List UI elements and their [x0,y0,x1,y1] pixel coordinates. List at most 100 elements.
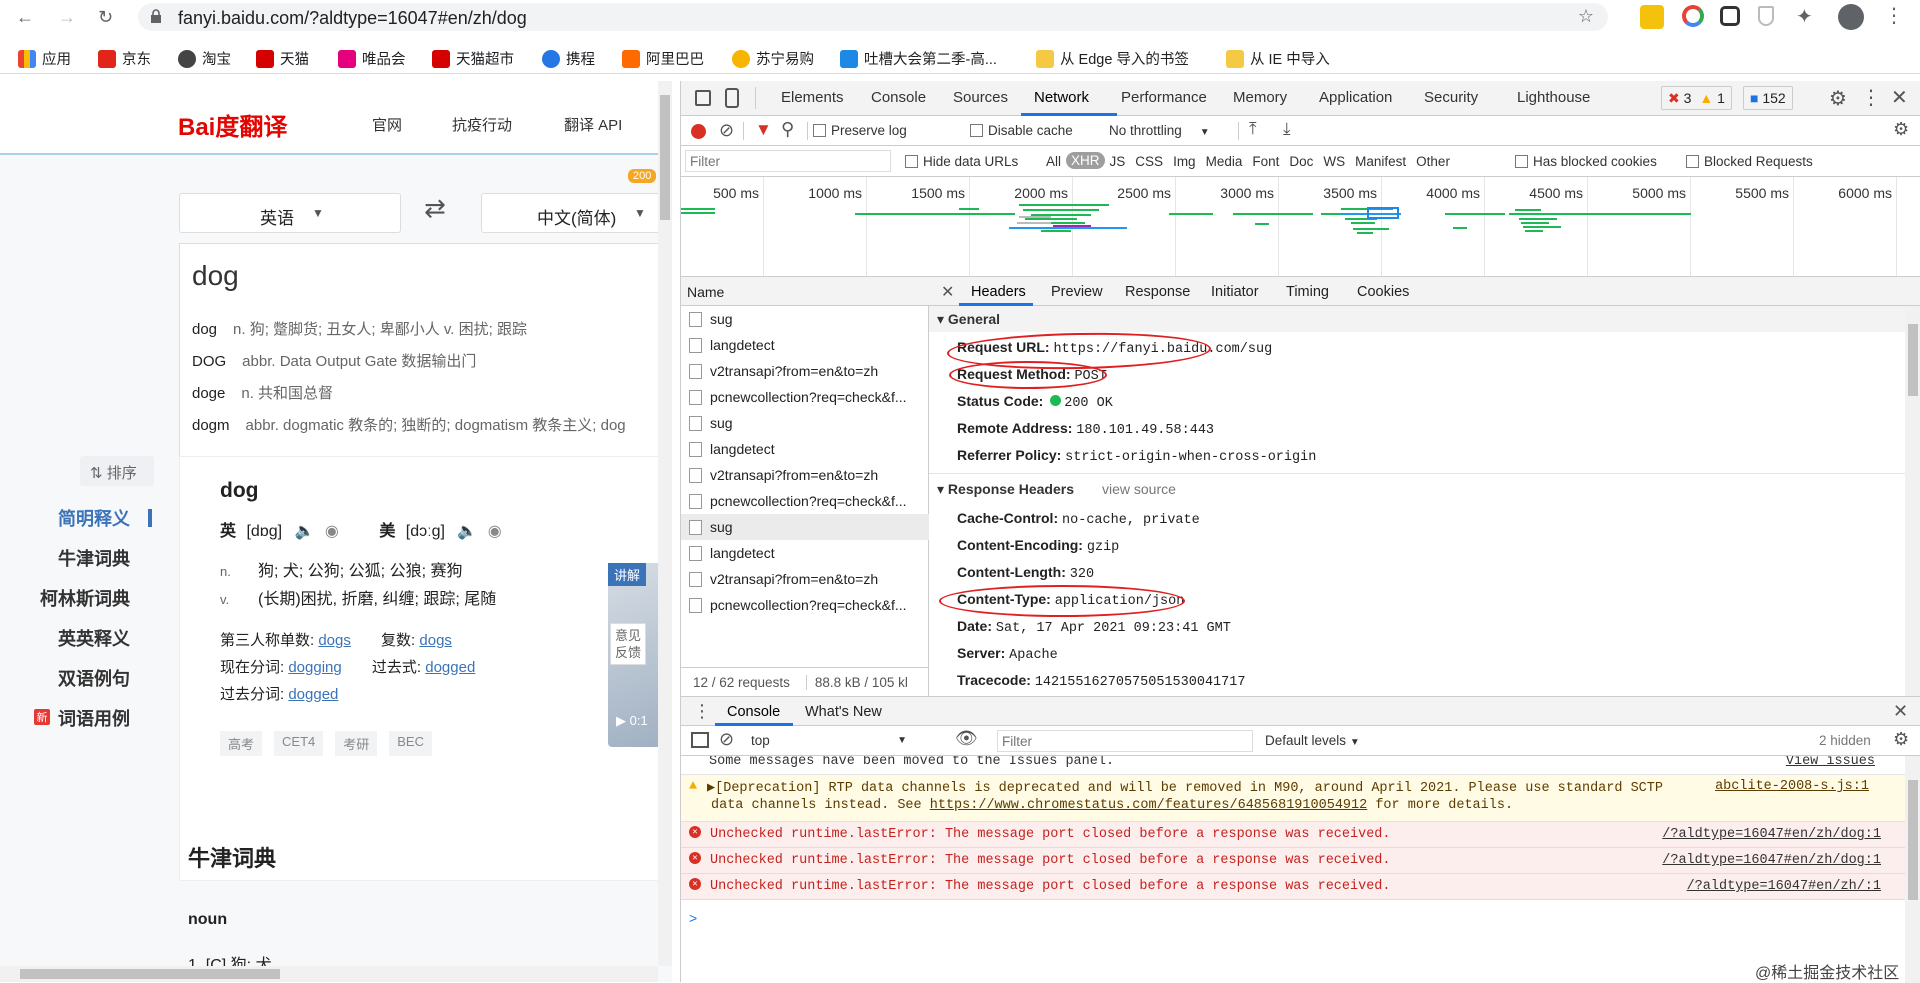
extension-shield-icon[interactable] [1758,6,1774,26]
clear-console-icon[interactable]: ⊘ [719,729,734,750]
request-row[interactable]: langdetect [681,332,929,358]
extensions-puzzle-icon[interactable]: ✦ [1796,4,1813,29]
blocked-requests-checkbox[interactable]: Blocked Requests [1686,154,1813,169]
back-icon[interactable]: ← [16,7,34,28]
form-link[interactable]: dogs [318,632,351,649]
record-icon[interactable] [691,124,706,139]
close-devtools-icon[interactable]: ✕ [1891,85,1908,110]
console-error-row[interactable]: ✕ Unchecked runtime.lastError: The messag… [681,874,1905,900]
bookmark-alibaba[interactable]: 阿里巴巴 [622,48,704,69]
console-settings-icon[interactable]: ⚙ [1893,729,1909,750]
suggestion-item[interactable]: dogm abbr. dogmatic 教条的; 独断的; dogmatism 教… [192,414,626,435]
more-options-icon[interactable]: ⋮ [1861,85,1881,110]
tab-response[interactable]: Response [1125,284,1190,300]
request-row[interactable]: v2transapi?from=en&to=zh [681,566,929,592]
star-icon[interactable]: ☆ [1578,6,1594,27]
sort-button[interactable]: ⇅ 排序 [80,456,154,486]
speaker-icon[interactable]: 🔈 [295,523,315,540]
form-link[interactable]: dogged [425,659,475,676]
request-row[interactable]: pcnewcollection?req=check&f... [681,384,929,410]
sidebar-item-bilingual[interactable]: 双语例句 [20,665,130,691]
search-icon[interactable]: ⚲ [781,119,794,140]
profile-avatar-icon[interactable] [1838,4,1864,30]
bookmark-tmall-super[interactable]: 天猫超市 [432,48,514,69]
type-filter-other[interactable]: Other [1411,154,1455,169]
export-har-icon[interactable]: ⤓ [1283,119,1291,139]
query-input[interactable]: dog [192,260,239,292]
detail-scrollbar[interactable] [1905,306,1920,696]
bookmark-tmall[interactable]: 天猫 [256,48,309,69]
import-har-icon[interactable]: ⤒ [1249,119,1257,139]
type-filter-css[interactable]: CSS [1130,154,1168,169]
type-filter-media[interactable]: Media [1201,154,1248,169]
disable-cache-checkbox[interactable]: Disable cache [970,123,1073,138]
suggestion-item[interactable]: dog n. 狗; 蹩脚货; 丑女人; 卑鄙小人 v. 困扰; 跟踪 [192,318,527,339]
console-warning-row[interactable]: ▲ ▶[Deprecation] RTP data channels is de… [681,775,1905,822]
request-row[interactable]: sug [681,306,929,332]
scrollbar-thumb[interactable] [20,969,280,979]
extension-g-icon[interactable] [1640,5,1664,29]
clear-icon[interactable]: ⊘ [719,120,734,141]
general-section-header[interactable]: ▾ General [929,306,1905,332]
nav-covid[interactable]: 抗疫行动 [452,114,512,135]
source-link[interactable]: /?aldtype=16047#en/zh/dog:1 [1662,853,1881,868]
sidebar-toggle-icon[interactable] [691,732,709,748]
type-filter-img[interactable]: Img [1168,154,1201,169]
suggestion-item[interactable]: doge n. 共和国总督 [192,382,333,403]
request-row[interactable]: pcnewcollection?req=check&f... [681,488,929,514]
tab-lighthouse[interactable]: Lighthouse [1517,89,1590,106]
issues-counter[interactable]: ■ 152 [1743,86,1793,110]
extension-copy-icon[interactable] [1720,6,1740,26]
drawer-menu-icon[interactable]: ⋮ [693,701,711,722]
filter-icon[interactable]: ▼ [755,120,772,140]
throttling-select[interactable]: No throttling ▼ [1109,123,1210,138]
view-issues-link[interactable]: View issues [1786,756,1875,769]
console-filter-input[interactable] [997,730,1253,752]
nav-api[interactable]: 翻译 API [564,114,622,135]
swap-languages-icon[interactable]: ⇄ [424,193,446,224]
live-expression-eye-icon[interactable]: 👁 [955,728,978,749]
error-warning-counter[interactable]: ✖ 3 ▲ 1 [1661,86,1732,110]
drawer-tab-whats-new[interactable]: What's New [805,704,882,720]
type-filter-doc[interactable]: Doc [1284,154,1318,169]
tab-sources[interactable]: Sources [953,89,1008,106]
tab-application[interactable]: Application [1319,89,1392,106]
source-link[interactable]: abclite-2008-s.js:1 [1715,779,1869,794]
bookmark-edge-folder[interactable]: 从 Edge 导入的书签 [1036,48,1189,69]
target-lang-select[interactable]: 中文(简体) ▼ [481,193,672,233]
request-row[interactable]: v2transapi?from=en&to=zh [681,462,929,488]
tab-headers[interactable]: Headers [971,284,1026,300]
bookmark-taobao[interactable]: 淘宝 [178,48,231,69]
menu-kebab-icon[interactable]: ⋮ [1884,3,1904,28]
bookmark-tucao[interactable]: 吐槽大会第二季-高... [840,48,997,69]
request-row[interactable]: pcnewcollection?req=check&f... [681,592,929,618]
tab-console[interactable]: Console [871,89,926,106]
address-bar[interactable]: fanyi.baidu.com/?aldtype=16047#en/zh/dog… [138,3,1608,31]
tab-cookies[interactable]: Cookies [1357,284,1409,300]
tab-security[interactable]: Security [1424,89,1478,106]
page-hscrollbar[interactable] [0,966,658,982]
sidebar-item-oxford[interactable]: 牛津词典 [20,545,130,571]
request-row[interactable]: langdetect [681,436,929,462]
scrollbar-thumb[interactable] [660,95,670,220]
bookmark-ie-folder[interactable]: 从 IE 中导入 [1226,48,1330,69]
tab-performance[interactable]: Performance [1121,89,1207,106]
source-link[interactable]: /?aldtype=16047#en/zh/dog:1 [1662,827,1881,842]
request-row[interactable]: langdetect [681,540,929,566]
tab-initiator[interactable]: Initiator [1211,284,1259,300]
sidebar-item-concise[interactable]: 简明释义 [20,505,130,531]
bookmark-jd[interactable]: 京东 [98,48,151,69]
speaker-icon[interactable]: 🔈 [457,523,477,540]
execution-context-select[interactable]: top ▼ [751,733,911,748]
inspect-element-icon[interactable] [695,90,711,106]
close-detail-icon[interactable]: ✕ [941,282,954,302]
tab-elements[interactable]: Elements [781,89,844,106]
scrollbar-thumb[interactable] [1908,324,1918,396]
close-drawer-icon[interactable]: ✕ [1893,701,1908,722]
bookmark-vip[interactable]: 唯品会 [338,48,406,69]
tab-memory[interactable]: Memory [1233,89,1287,106]
form-link[interactable]: dogging [288,659,341,676]
request-row[interactable]: sug [681,410,929,436]
form-link[interactable]: dogs [419,632,452,649]
type-filter-ws[interactable]: WS [1318,154,1350,169]
